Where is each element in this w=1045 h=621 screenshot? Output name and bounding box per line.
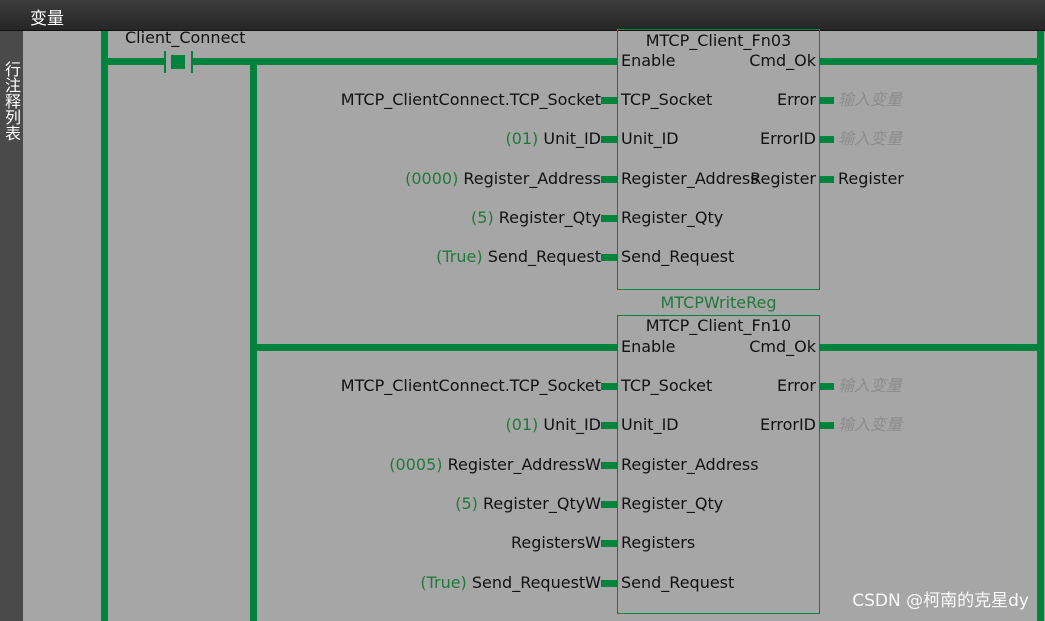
- fb2-out-error-var[interactable]: 输入变量: [838, 377, 902, 395]
- watermark: CSDN @柯南的克星dy: [852, 591, 1029, 611]
- fb1-in-unitid-value: Unit_ID: [543, 129, 601, 148]
- fb2-out-errorid-pin-stub: [820, 422, 834, 429]
- rung-wire-after-contact: [193, 58, 617, 65]
- fb1-out-register-pin-stub: [820, 176, 834, 183]
- contact-label: Client_Connect: [125, 28, 246, 47]
- fb1-out-error-pin-stub: [820, 97, 834, 104]
- side-panel-tab-label: 行注释列表: [2, 61, 21, 141]
- fb1-in-regqty-const: (5): [471, 208, 494, 227]
- fb2-in-sendreq-const: (True): [420, 573, 467, 592]
- fb2-in-unitid-value: Unit_ID: [543, 415, 601, 434]
- fb1-out-error-pin: Error: [777, 90, 816, 109]
- fb1-in-regqty-pin: Register_Qty: [621, 208, 724, 227]
- fb2-in-regqty-value: Register_QtyW: [482, 494, 601, 513]
- fb2-in-sendreq-pin: Send_Request: [621, 573, 735, 592]
- fb2-in-regaddr-var: (0005) Register_AddressW: [253, 456, 601, 474]
- fb1-in-regqty-pin-stub: [601, 215, 617, 222]
- fb2-out-error-pin-stub: [820, 383, 834, 390]
- fb2-in-unitid-const: (01): [505, 415, 539, 434]
- fb2-in-regaddr-pin-stub: [601, 462, 617, 469]
- fb2-in-regaddr-const: (0005): [389, 455, 443, 474]
- right-power-rail: [1037, 31, 1044, 621]
- fb2-in-sendreq-value: Send_RequestW: [471, 573, 601, 592]
- fb2-in-regqty-var: (5) Register_QtyW: [253, 495, 601, 513]
- fb1-out-error-var[interactable]: 输入变量: [838, 91, 902, 109]
- fb2-output-wire: [820, 344, 1037, 351]
- fb2-in-regaddr-pin: Register_Address: [621, 455, 759, 474]
- fb1-type: MTCP_Client_Fn03: [645, 31, 792, 50]
- fb1-in-tcpsocket-var: MTCP_ClientConnect.TCP_Socket: [253, 91, 601, 109]
- fb1-in-regqty-var: (5) Register_Qty: [253, 209, 601, 227]
- fb2-out-error-pin: Error: [777, 376, 816, 395]
- fb2-out-errorid-var[interactable]: 输入变量: [838, 416, 902, 434]
- fb2-in-unitid-pin-stub: [601, 422, 617, 429]
- fb2-in-tcpsocket-value: MTCP_ClientConnect.TCP_Socket: [340, 376, 601, 395]
- fb1-in-regqty-value: Register_Qty: [498, 208, 601, 227]
- fb1-in-unitid-const: (01): [505, 129, 539, 148]
- fb2-instance-name[interactable]: MTCPWriteReg: [617, 294, 820, 312]
- fb2-in-registers-value: RegistersW: [510, 533, 601, 552]
- fb1-out-errorid-var[interactable]: 输入变量: [838, 130, 902, 148]
- fb2-in-tcpsocket-var: MTCP_ClientConnect.TCP_Socket: [253, 377, 601, 395]
- fb1-in-regaddr-pin-stub: [601, 176, 617, 183]
- fb1-out-cmdok-pin: Cmd_Ok: [749, 51, 816, 70]
- fb1-in-sendreq-pin: Send_Request: [621, 247, 735, 266]
- fb1-in-tcpsocket-value: MTCP_ClientConnect.TCP_Socket: [340, 90, 601, 109]
- contact-right-bar: [191, 51, 193, 73]
- title-bar: 变量: [0, 0, 1045, 31]
- fb2-in-regqty-const: (5): [455, 494, 478, 513]
- fb1-out-register-var[interactable]: Register: [838, 170, 904, 188]
- client-connect-contact[interactable]: [164, 51, 193, 73]
- fb1-in-sendreq-var: (True) Send_Request: [253, 248, 601, 266]
- fb1-in-unitid-pin-stub: [601, 136, 617, 143]
- fb2-in-sendreq-var: (True) Send_RequestW: [253, 574, 601, 592]
- branch-wire-fb2: [257, 344, 617, 351]
- contact-left-bar: [164, 51, 166, 73]
- rung-wire-main: [108, 58, 164, 65]
- fb1-in-sendreq-value: Send_Request: [487, 247, 601, 266]
- fb1-in-tcpsocket-pin-stub: [601, 97, 617, 104]
- fb2-in-tcpsocket-pin-stub: [601, 383, 617, 390]
- window-title: 变量: [30, 9, 64, 29]
- fb1-in-unitid-var: (01) Unit_ID: [253, 130, 601, 148]
- fb2-in-sendreq-pin-stub: [601, 580, 617, 587]
- fb2-out-errorid-pin: ErrorID: [759, 415, 816, 434]
- fb1-in-sendreq-pin-stub: [601, 254, 617, 261]
- fb2-in-unitid-var: (01) Unit_ID: [253, 416, 601, 434]
- contact-energized-indicator: [171, 55, 185, 69]
- fb1-in-regaddr-var: (0000) Register_Address: [253, 170, 601, 188]
- fb1-out-errorid-pin-stub: [820, 136, 834, 143]
- fb2-in-regqty-pin: Register_Qty: [621, 494, 724, 513]
- fb2-in-regaddr-value: Register_AddressW: [447, 455, 601, 474]
- fb2-in-regqty-pin-stub: [601, 501, 617, 508]
- fb1-in-sendreq-const: (True): [436, 247, 483, 266]
- fb2-type: MTCP_Client_Fn10: [645, 316, 792, 335]
- fb2-in-registers-pin: Registers: [621, 533, 696, 552]
- ladder-editor[interactable]: Client_Connect MTCP_Client_Fn03 Enable C…: [23, 28, 1045, 621]
- fb2-in-registers-var: RegistersW: [253, 534, 601, 552]
- fb1-output-wire: [820, 58, 1037, 65]
- fb1-out-register-pin: Register: [750, 169, 816, 188]
- fb1-in-regaddr-const: (0000): [405, 169, 459, 188]
- left-power-rail: [101, 31, 108, 621]
- fb2-in-registers-pin-stub: [601, 540, 617, 547]
- fb1-out-errorid-pin: ErrorID: [759, 129, 816, 148]
- side-panel-tab[interactable]: 行注释列表: [0, 31, 23, 621]
- fb1-in-regaddr-value: Register_Address: [463, 169, 601, 188]
- fb2-out-cmdok-pin: Cmd_Ok: [749, 337, 816, 356]
